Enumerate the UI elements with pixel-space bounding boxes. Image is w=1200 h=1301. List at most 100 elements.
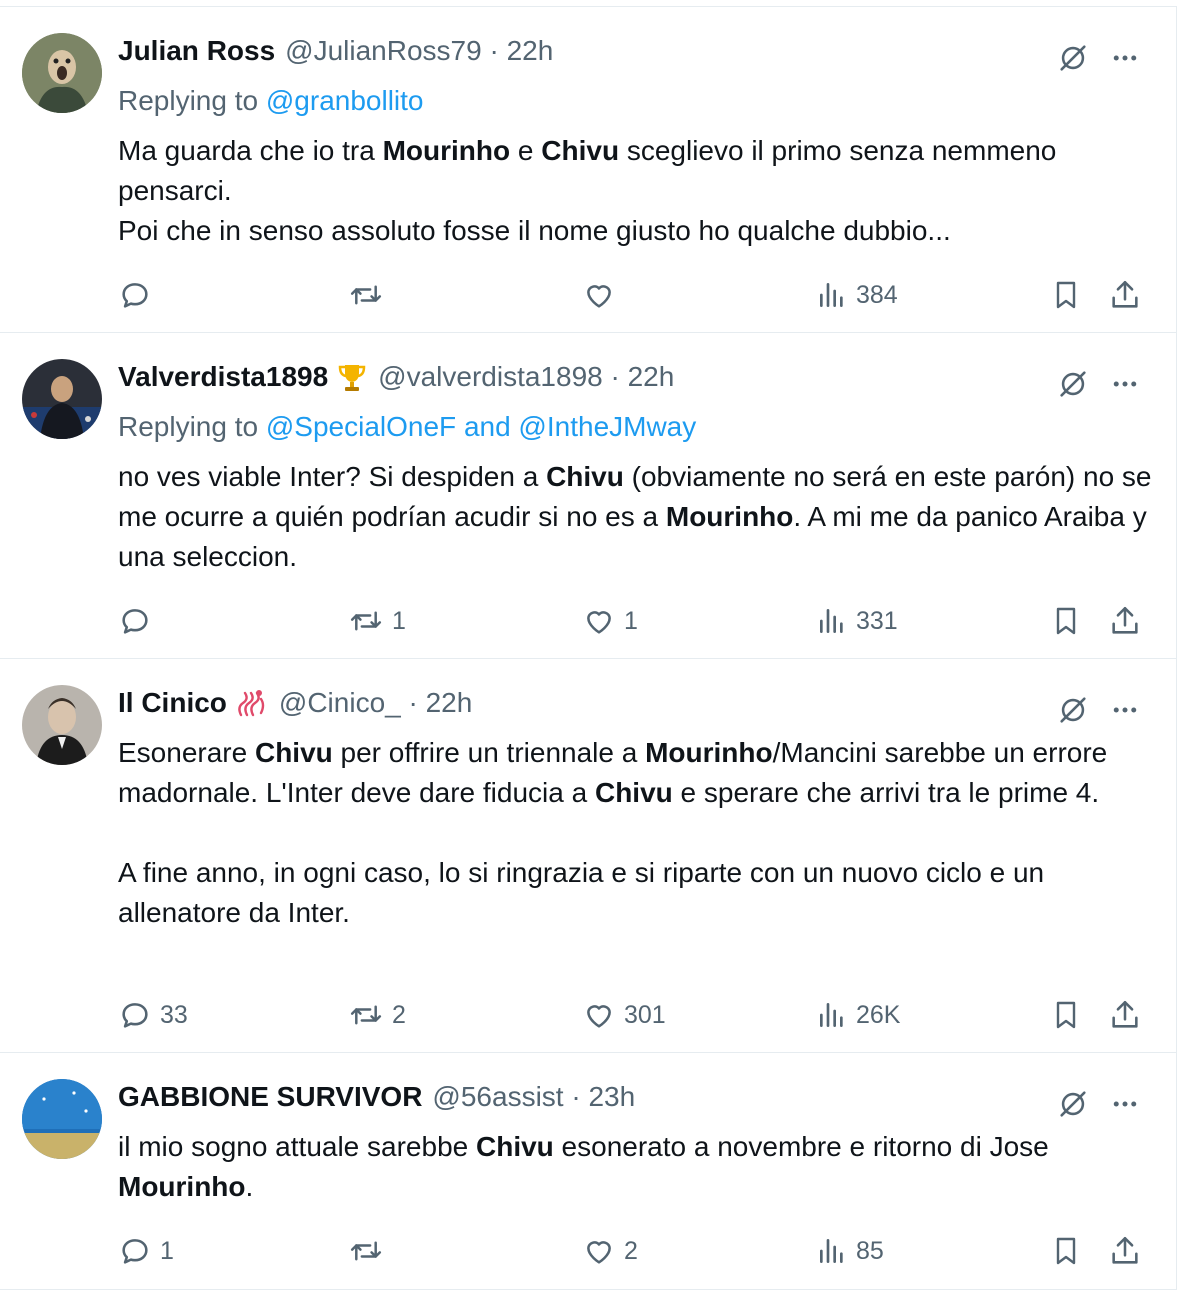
grok-icon[interactable] xyxy=(1056,367,1090,401)
view-count: 384 xyxy=(856,280,898,309)
handle-and-time[interactable]: @valverdista1898 · 22h xyxy=(378,361,674,393)
action-bar: 33 2 301 26K xyxy=(118,995,1148,1035)
avatar[interactable] xyxy=(22,359,102,439)
like-button[interactable]: 1 xyxy=(582,601,638,641)
trophy-emoji xyxy=(336,361,368,393)
tweet-text: Esonerare Chivu per offrire un triennale… xyxy=(118,733,1158,933)
grok-icon[interactable] xyxy=(1056,1087,1090,1121)
heart-icon xyxy=(582,604,616,638)
views-button[interactable]: 384 xyxy=(816,275,898,315)
repost-count: 1 xyxy=(392,606,406,635)
share-button[interactable] xyxy=(1108,1231,1142,1271)
bookmark-icon xyxy=(1050,605,1082,637)
like-button[interactable]: 301 xyxy=(582,995,666,1035)
like-count: 301 xyxy=(624,1000,666,1029)
reply-button[interactable] xyxy=(118,601,160,641)
tweet[interactable]: Valverdista1898 @valverdista1898 · 22h R… xyxy=(0,333,1176,659)
action-bar: 1 1 331 xyxy=(118,601,1148,641)
handle-and-time[interactable]: @56assist · 23h xyxy=(432,1081,635,1113)
reply-icon xyxy=(118,998,152,1032)
repost-icon xyxy=(348,278,384,312)
more-icon[interactable] xyxy=(1110,1089,1140,1119)
replying-to: Replying to @SpecialOneF and @IntheJMway xyxy=(118,411,696,443)
grok-icon[interactable] xyxy=(1056,693,1090,727)
avatar[interactable] xyxy=(22,685,102,765)
tweet-header: Valverdista1898 @valverdista1898 · 22h xyxy=(118,359,674,395)
tweet-text: no ves viable Inter? Si despiden a Chivu… xyxy=(118,457,1158,577)
tweet-paragraph: Ma guarda che io tra Mourinho e Chivu sc… xyxy=(118,135,1057,206)
like-button[interactable]: 2 xyxy=(582,1231,638,1271)
repost-button[interactable] xyxy=(348,275,392,315)
view-count: 85 xyxy=(856,1236,884,1265)
reply-button[interactable] xyxy=(118,275,160,315)
action-bar: 1 2 85 xyxy=(118,1231,1148,1271)
bookmark-icon xyxy=(1050,999,1082,1031)
repost-icon xyxy=(348,998,384,1032)
share-button[interactable] xyxy=(1108,995,1142,1035)
bookmark-button[interactable] xyxy=(1050,601,1082,641)
heart-icon xyxy=(582,1234,616,1268)
replying-to-label: Replying to xyxy=(118,411,259,442)
reply-count: 33 xyxy=(160,1000,188,1029)
reply-icon xyxy=(118,604,152,638)
bookmark-button[interactable] xyxy=(1050,275,1082,315)
tweet[interactable]: GABBIONE SURVIVOR @56assist · 23h il mio… xyxy=(0,1053,1176,1289)
like-button[interactable] xyxy=(582,275,624,315)
tweet[interactable]: Julian Ross @JulianRoss79 · 22h Replying… xyxy=(0,7,1176,333)
reply-button[interactable]: 1 xyxy=(118,1231,174,1271)
tweet-paragraph: il mio sogno attuale sarebbe Chivu esone… xyxy=(118,1131,1049,1202)
repost-button[interactable]: 1 xyxy=(348,601,406,641)
display-name[interactable]: Il Cinico xyxy=(118,687,227,719)
repost-button[interactable] xyxy=(348,1231,392,1271)
share-icon xyxy=(1108,278,1142,312)
heart-icon xyxy=(582,998,616,1032)
tweet-paragraph: Poi che in senso assoluto fosse il nome … xyxy=(118,215,951,246)
grok-icon[interactable] xyxy=(1056,41,1090,75)
action-bar: 384 xyxy=(118,275,1148,315)
views-button[interactable]: 85 xyxy=(816,1231,884,1271)
more-icon[interactable] xyxy=(1110,43,1140,73)
view-count: 26K xyxy=(856,1000,901,1029)
share-icon xyxy=(1108,998,1142,1032)
replying-to: Replying to @granbollito xyxy=(118,85,424,117)
replying-to-label: Replying to xyxy=(118,85,259,116)
tweet-header: Il Cinico @Cinico_ · 22h xyxy=(118,685,472,721)
like-count: 2 xyxy=(624,1236,638,1265)
display-name[interactable]: Julian Ross xyxy=(118,35,275,67)
handle-and-time[interactable]: @JulianRoss79 · 22h xyxy=(285,35,553,67)
share-button[interactable] xyxy=(1108,601,1142,641)
handle-and-time[interactable]: @Cinico_ · 22h xyxy=(279,687,472,719)
reply-mention[interactable]: @SpecialOneF and @IntheJMway xyxy=(266,411,696,442)
snake-emoji xyxy=(235,687,269,719)
tweet-header: Julian Ross @JulianRoss79 · 22h xyxy=(118,33,553,69)
like-count: 1 xyxy=(624,606,638,635)
view-count: 331 xyxy=(856,606,898,635)
bookmark-button[interactable] xyxy=(1050,995,1082,1035)
views-icon xyxy=(816,999,848,1031)
reply-mention[interactable]: @granbollito xyxy=(266,85,424,116)
display-name[interactable]: GABBIONE SURVIVOR xyxy=(118,1081,422,1113)
views-button[interactable]: 26K xyxy=(816,995,900,1035)
views-icon xyxy=(816,1235,848,1267)
avatar[interactable] xyxy=(22,1079,102,1159)
views-button[interactable]: 331 xyxy=(816,601,898,641)
bookmark-icon xyxy=(1050,1235,1082,1267)
tweet-paragraph: no ves viable Inter? Si despiden a Chivu… xyxy=(118,461,1152,572)
bookmark-button[interactable] xyxy=(1050,1231,1082,1271)
reply-button[interactable]: 33 xyxy=(118,995,188,1035)
more-icon[interactable] xyxy=(1110,369,1140,399)
tweet-header: GABBIONE SURVIVOR @56assist · 23h xyxy=(118,1079,635,1115)
share-button[interactable] xyxy=(1108,275,1142,315)
tweet[interactable]: Il Cinico @Cinico_ · 22h Esonerare Chivu… xyxy=(0,659,1176,1053)
reply-count: 1 xyxy=(160,1236,174,1265)
display-name[interactable]: Valverdista1898 xyxy=(118,361,328,393)
views-icon xyxy=(816,279,848,311)
avatar[interactable] xyxy=(22,33,102,113)
repost-icon xyxy=(348,1234,384,1268)
tweet-text: il mio sogno attuale sarebbe Chivu esone… xyxy=(118,1127,1158,1207)
heart-icon xyxy=(582,278,616,312)
more-icon[interactable] xyxy=(1110,695,1140,725)
repost-button[interactable]: 2 xyxy=(348,995,406,1035)
tweet-paragraph: Esonerare Chivu per offrire un triennale… xyxy=(118,737,1108,808)
repost-count: 2 xyxy=(392,1000,406,1029)
